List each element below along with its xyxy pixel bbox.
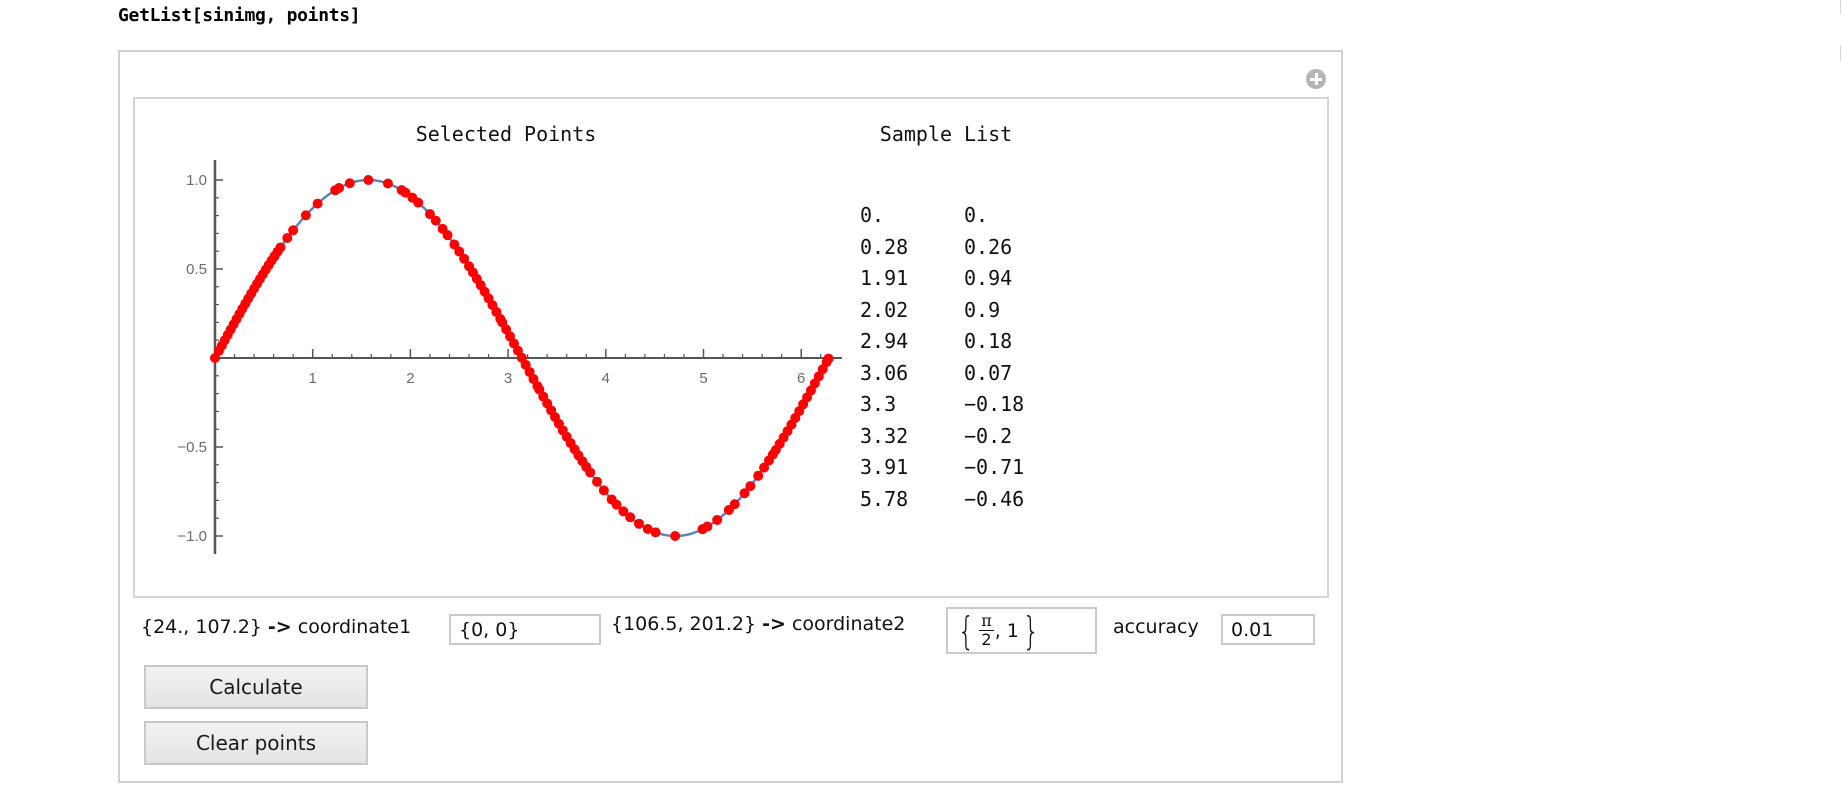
sample-y-value: 0.26 bbox=[964, 234, 1013, 259]
close-brace: } bbox=[1022, 608, 1040, 653]
coordinate2-input[interactable]: { π 2 , 1 } bbox=[946, 607, 1097, 654]
sample-y-value: −0.2 bbox=[964, 423, 1013, 448]
mapping-arrow-2: -> bbox=[762, 613, 786, 635]
sample-y-value: 0.07 bbox=[964, 360, 1013, 385]
sample-y-value: 0.9 bbox=[964, 297, 1001, 322]
open-brace: { bbox=[957, 608, 975, 653]
sample-y-value: 0. bbox=[964, 203, 989, 227]
sample-y-value: −0.18 bbox=[964, 392, 1025, 416]
coord1-pixel-mapping: {24., 107.2} -> coordinate1 bbox=[141, 616, 411, 638]
calculate-button-label: Calculate bbox=[209, 675, 303, 699]
sample-y-value: 0.18 bbox=[964, 329, 1013, 353]
coord2-pixel-mapping: {106.5, 201.2} -> coordinate2 bbox=[611, 613, 905, 635]
fraction-numerator: π bbox=[979, 611, 994, 631]
cell-bracket-top[interactable] bbox=[1836, 0, 1841, 14]
sample-y-value: −0.46 bbox=[964, 486, 1025, 511]
coordinate2-rest: , 1 bbox=[994, 619, 1019, 642]
calculate-button[interactable]: Calculate bbox=[144, 665, 368, 709]
plot-title: Selected Points bbox=[415, 122, 597, 146]
clear-points-button-label: Clear points bbox=[195, 731, 317, 755]
sample-x-value: 3.06 bbox=[860, 360, 909, 385]
fraction-denominator: 2 bbox=[981, 630, 992, 649]
cell-bracket-mid[interactable] bbox=[1836, 45, 1841, 61]
sample-x-value: 3.3 bbox=[860, 392, 897, 416]
coord2-label: coordinate2 bbox=[791, 613, 906, 635]
add-circle-icon[interactable] bbox=[1306, 69, 1326, 89]
sample-x-value: 5.78 bbox=[860, 486, 909, 511]
output-panel[interactable] bbox=[133, 97, 1329, 598]
accuracy-value: 0.01 bbox=[1231, 618, 1274, 641]
mapping-arrow: -> bbox=[267, 616, 292, 638]
sample-x-value: 3.91 bbox=[860, 455, 909, 479]
sample-x-value: 3.32 bbox=[860, 423, 909, 448]
sample-list-title: Sample List bbox=[879, 122, 1013, 146]
coord2-pixel-value: {106.5, 201.2} bbox=[611, 613, 757, 635]
clear-points-button[interactable]: Clear points bbox=[144, 721, 368, 765]
sample-y-value: 0.94 bbox=[964, 266, 1013, 290]
sample-y-value: −0.71 bbox=[964, 455, 1025, 479]
code-input-line[interactable]: GetList[sinimg, points] bbox=[118, 5, 361, 26]
sample-x-value: 2.02 bbox=[860, 297, 909, 322]
accuracy-input[interactable]: 0.01 bbox=[1221, 614, 1315, 645]
coordinate1-value: {0, 0} bbox=[459, 618, 520, 641]
sample-x-value: 0. bbox=[860, 203, 885, 227]
sample-x-value: 0.28 bbox=[860, 234, 909, 259]
fraction-pi-over-2: π 2 bbox=[979, 612, 994, 649]
sample-x-value: 2.94 bbox=[860, 329, 909, 353]
coord1-pixel-value: {24., 107.2} bbox=[141, 616, 262, 638]
accuracy-label: accuracy bbox=[1113, 616, 1199, 638]
sample-x-value: 1.91 bbox=[860, 266, 909, 290]
coord1-label: coordinate1 bbox=[297, 616, 412, 638]
coordinate1-input[interactable]: {0, 0} bbox=[449, 614, 601, 645]
